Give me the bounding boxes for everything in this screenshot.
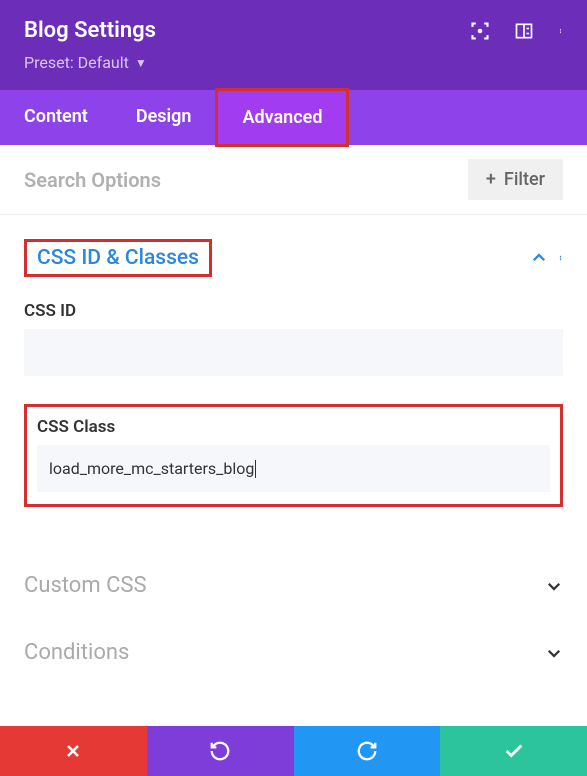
footer-actions [0,726,587,776]
section-kebab-icon[interactable] [558,249,563,267]
css-id-label: CSS ID [24,301,563,321]
tabs-bar: Content Design Advanced [0,90,587,145]
redo-icon [356,740,378,762]
content-area: CSS ID & Classes CSS ID CSS Class load_m… [0,215,587,705]
section-css-classes-header[interactable]: CSS ID & Classes [24,239,563,277]
css-id-field-group: CSS ID [24,301,563,376]
tab-advanced[interactable]: Advanced [215,88,349,147]
section-conditions[interactable]: Conditions [24,614,563,681]
search-input[interactable]: Search Options [24,168,468,192]
undo-button[interactable] [147,726,294,776]
close-icon [63,741,83,761]
settings-title: Blog Settings [24,18,156,43]
css-class-input[interactable]: load_more_mc_starters_blog [37,445,550,492]
css-class-field-group: CSS Class load_more_mc_starters_blog [24,404,563,507]
scan-icon[interactable] [470,21,490,41]
section-controls [530,249,563,267]
cancel-button[interactable] [0,726,147,776]
caret-down-icon: ▼ [135,56,147,70]
preset-label: Preset: Default [24,53,129,72]
settings-header: Blog Settings Preset: Default ▼ [0,0,587,90]
filter-button[interactable]: + Filter [468,159,563,200]
chevron-down-icon [545,644,563,662]
redo-button[interactable] [294,726,441,776]
check-icon [503,740,525,762]
section-custom-css-title: Custom CSS [24,573,147,598]
section-custom-css[interactable]: Custom CSS [24,547,563,614]
save-button[interactable] [440,726,587,776]
plus-icon: + [486,169,496,190]
panel-icon[interactable] [514,21,534,41]
section-css-classes-title: CSS ID & Classes [24,239,212,277]
section-conditions-title: Conditions [24,640,129,665]
preset-dropdown[interactable]: Preset: Default ▼ [24,53,147,72]
chevron-down-icon [545,577,563,595]
undo-icon [209,740,231,762]
css-id-input[interactable] [24,329,563,376]
search-row: Search Options + Filter [0,145,587,215]
filter-label: Filter [504,169,545,190]
tab-content[interactable]: Content [0,90,112,145]
css-class-label: CSS Class [37,417,550,437]
header-top-row: Blog Settings [24,18,563,43]
header-icons [470,21,563,41]
tab-design[interactable]: Design [112,90,216,145]
kebab-menu-icon[interactable] [558,21,563,41]
chevron-up-icon[interactable] [530,249,548,267]
